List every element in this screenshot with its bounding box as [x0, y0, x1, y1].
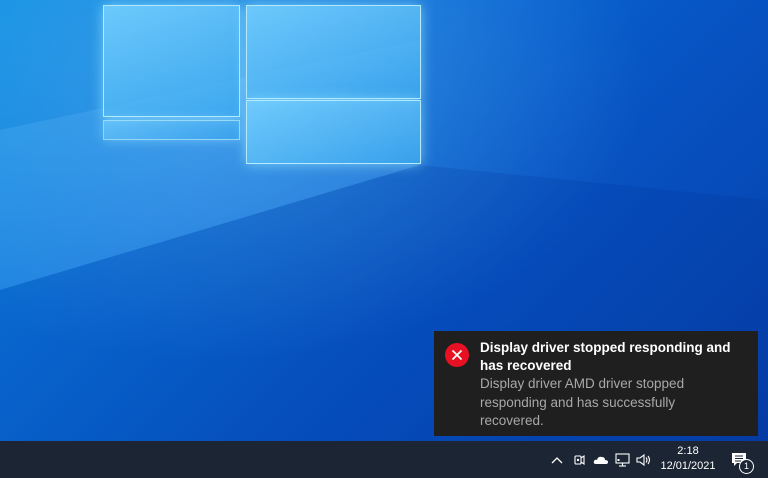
- windows-logo-pane-bottom-right: [246, 100, 421, 164]
- network-icon: [615, 452, 630, 467]
- clock-date: 12/01/2021: [660, 460, 716, 472]
- toast-notification[interactable]: Display driver stopped responding and ha…: [434, 331, 758, 436]
- windows-logo-pane-top-right: [246, 5, 421, 99]
- onedrive-cloud-icon: [593, 456, 608, 464]
- volume-icon: [636, 453, 651, 466]
- chevron-up-icon: [551, 456, 563, 463]
- notification-count-badge: 1: [739, 459, 754, 474]
- toast-body: Display driver AMD driver stopped respon…: [480, 376, 685, 428]
- network-button[interactable]: [613, 441, 633, 478]
- taskbar: 2:18 12/01/2021: [0, 441, 768, 478]
- volume-button[interactable]: [634, 441, 654, 478]
- clock-time: 2:18: [677, 445, 699, 457]
- clock-button[interactable]: 2:18 12/01/2021: [656, 444, 720, 474]
- meet-now-button[interactable]: [569, 441, 589, 478]
- error-icon: [445, 343, 469, 367]
- onedrive-button[interactable]: [591, 441, 611, 478]
- show-hidden-icons-button[interactable]: [547, 441, 567, 478]
- meet-now-icon: [574, 454, 585, 465]
- windows-logo-pane-bottom-left: [103, 120, 240, 140]
- windows-logo-pane-top-left: [103, 5, 240, 117]
- toast-title: Display driver stopped responding and ha…: [480, 340, 731, 373]
